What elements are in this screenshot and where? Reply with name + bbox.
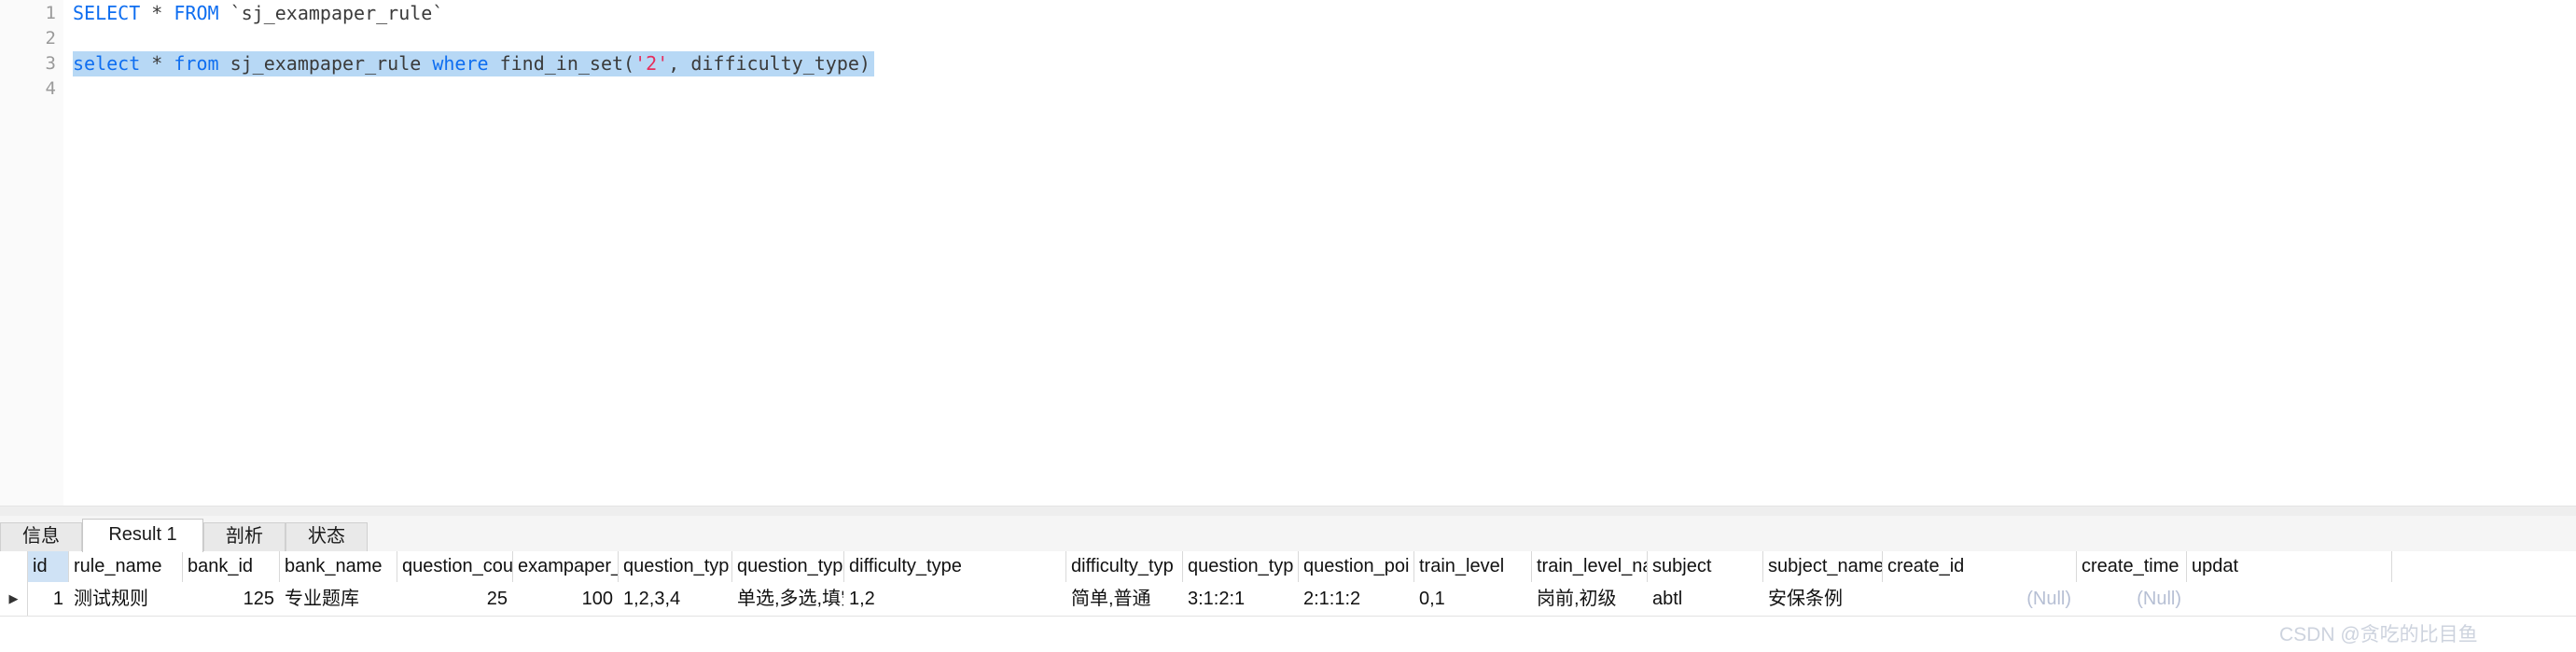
code-token: `sj_exampaper_rule` bbox=[218, 2, 444, 24]
code-token: * bbox=[151, 2, 163, 24]
column-header-subject_name[interactable]: subject_name bbox=[1763, 551, 1883, 582]
code-line[interactable]: SELECT * FROM `sj_exampaper_rule` bbox=[73, 1, 443, 26]
result-tabbar[interactable]: 信息 Result 1 剖析 状态 bbox=[0, 516, 2576, 552]
column-header-difficulty_typ[interactable]: difficulty_typ bbox=[1066, 551, 1183, 582]
column-header-subject[interactable]: subject bbox=[1648, 551, 1763, 582]
grid-corner[interactable] bbox=[0, 551, 28, 582]
column-header-id[interactable]: id bbox=[28, 551, 69, 582]
code-token: '2' bbox=[634, 52, 669, 75]
code-token: find_in_set( bbox=[488, 52, 635, 75]
column-header-question_typ[interactable]: question_typ bbox=[619, 551, 732, 582]
result-tab-1[interactable]: 信息 bbox=[0, 522, 82, 551]
cell-question_typ[interactable]: 单选,多选,填空 bbox=[732, 582, 844, 616]
cell-question_cou[interactable]: 25 bbox=[397, 582, 513, 616]
column-header-exampaper_p[interactable]: exampaper_p bbox=[513, 551, 619, 582]
cell-updat[interactable] bbox=[2187, 582, 2392, 616]
sql-editor[interactable]: 1 2 3 4 SELECT * FROM `sj_exampaper_rule` s… bbox=[0, 0, 2576, 506]
cell-difficulty_typ[interactable]: 简单,普通 bbox=[1066, 582, 1183, 616]
cell-train_level[interactable]: 0,1 bbox=[1414, 582, 1532, 616]
code-token: , difficulty_type) bbox=[668, 52, 870, 75]
column-header-bank_name[interactable]: bank_name bbox=[280, 551, 397, 582]
table-row[interactable]: ▶1测试规则125专业题库251001,2,3,4单选,多选,填空1,2简单,普… bbox=[0, 582, 2576, 617]
row-marker-icon[interactable]: ▶ bbox=[0, 582, 28, 616]
column-header-train_level_na[interactable]: train_level_na bbox=[1532, 551, 1648, 582]
cell-bank_name[interactable]: 专业题库 bbox=[280, 582, 397, 616]
cell-question_typ[interactable]: 1,2,3,4 bbox=[619, 582, 732, 616]
code-token: sj_exampaper_rule bbox=[218, 52, 433, 75]
code-token: where bbox=[432, 52, 489, 75]
cell-id[interactable]: 1 bbox=[28, 582, 69, 616]
editor-gutter: 1 2 3 4 bbox=[0, 0, 64, 506]
line-number: 1 bbox=[45, 3, 56, 23]
code-token: from bbox=[174, 52, 219, 75]
cell-train_level_na[interactable]: 岗前,初级 bbox=[1532, 582, 1648, 616]
cell-subject[interactable]: abtl bbox=[1648, 582, 1763, 616]
grid-header-row[interactable]: id rule_name bank_id bank_name question_cou e… bbox=[0, 551, 2576, 583]
column-header-bank_id[interactable]: bank_id bbox=[183, 551, 280, 582]
result-pane: 信息 Result 1 剖析 状态 id rule_name bank_id bank_na… bbox=[0, 516, 2576, 652]
cell-create_id[interactable]: (Null) bbox=[1883, 582, 2077, 616]
line-number: 4 bbox=[45, 78, 56, 99]
column-header-difficulty_type[interactable]: difficulty_type bbox=[844, 551, 1066, 582]
column-header-rule_name[interactable]: rule_name bbox=[69, 551, 183, 582]
code-token: FROM bbox=[174, 2, 219, 24]
code-line[interactable]: select * from sj_exampaper_rule where fi… bbox=[73, 51, 874, 76]
cell-question_typ[interactable]: 3:1:2:1 bbox=[1183, 582, 1299, 616]
code-token: SELECT bbox=[73, 2, 141, 24]
cell-exampaper_p[interactable]: 100 bbox=[513, 582, 619, 616]
line-number: 3 bbox=[45, 53, 56, 74]
column-header-create_id[interactable]: create_id bbox=[1883, 551, 2077, 582]
cell-question_poi[interactable]: 2:1:1:2 bbox=[1299, 582, 1414, 616]
cell-rule_name[interactable]: 测试规则 bbox=[69, 582, 183, 616]
result-tab-2[interactable]: Result 1 bbox=[82, 519, 203, 552]
code-line[interactable] bbox=[73, 76, 84, 102]
code-token: select bbox=[73, 52, 141, 75]
line-number: 2 bbox=[45, 28, 56, 49]
column-header-updat[interactable]: updat bbox=[2187, 551, 2392, 582]
editor-code-area[interactable]: SELECT * FROM `sj_exampaper_rule` select… bbox=[73, 0, 2576, 506]
column-header-question_typ[interactable]: question_typ bbox=[1183, 551, 1299, 582]
cell-difficulty_type[interactable]: 1,2 bbox=[844, 582, 1066, 616]
cell-create_time[interactable]: (Null) bbox=[2077, 582, 2187, 616]
column-header-create_time[interactable]: create_time bbox=[2077, 551, 2187, 582]
result-tab-3[interactable]: 剖析 bbox=[203, 522, 285, 551]
code-line[interactable] bbox=[73, 26, 84, 51]
code-token: * bbox=[151, 52, 163, 75]
column-header-question_typ[interactable]: question_typ bbox=[732, 551, 844, 582]
cell-bank_id[interactable]: 125 bbox=[183, 582, 280, 616]
sql-client-window: 1 2 3 4 SELECT * FROM `sj_exampaper_rule` s… bbox=[0, 0, 2576, 652]
result-tab-4[interactable]: 状态 bbox=[285, 522, 368, 551]
column-header-question_cou[interactable]: question_cou bbox=[397, 551, 513, 582]
cell-subject_name[interactable]: 安保条例 bbox=[1763, 582, 1883, 616]
result-grid[interactable]: id rule_name bank_id bank_name question_cou e… bbox=[0, 551, 2576, 652]
column-header-train_level[interactable]: train_level bbox=[1414, 551, 1532, 582]
column-header-question_poi[interactable]: question_poi bbox=[1299, 551, 1414, 582]
